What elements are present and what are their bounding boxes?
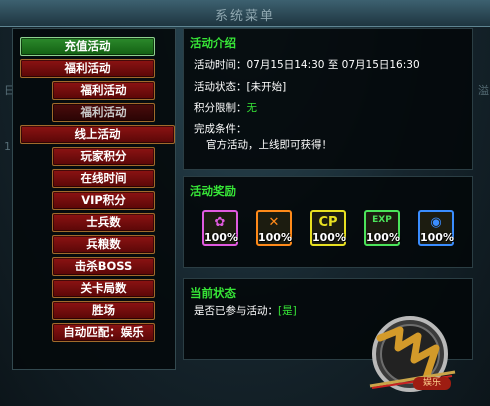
menu-item[interactable]: 福利活动 <box>52 81 155 100</box>
joined-status: 是否已参与活动：[是] <box>194 303 297 318</box>
reward-glyph: ✕ <box>268 215 280 230</box>
activity-intro-panel: 活动介绍 活动时间：07月15日14:30 至 07月15日16:30 活动状态… <box>183 28 473 170</box>
cp-badge-icon[interactable]: CP 100% <box>310 210 346 246</box>
menu-item[interactable]: 玩家积分 <box>52 147 155 166</box>
pink-potion-icon[interactable]: ✿ 100% <box>202 210 238 246</box>
points-limit: 积分限制：无 <box>194 100 257 115</box>
menu-item[interactable]: 福利活动 <box>20 59 155 78</box>
background-title: 系统菜单 <box>214 9 276 24</box>
joined-value: [是] <box>278 305 297 317</box>
reward-percent: 100% <box>204 231 238 244</box>
reward-percent: 100% <box>312 231 346 244</box>
reward-glyph: CP <box>318 215 338 230</box>
rewards-title: 活动奖励 <box>190 184 236 198</box>
status-title: 当前状态 <box>190 286 236 300</box>
activity-status: 活动状态：[未开始] <box>194 81 287 93</box>
points-limit-label: 积分限制： <box>194 102 247 114</box>
menu-item[interactable]: 关卡局数 <box>52 279 155 298</box>
menu-item[interactable]: 充值活动 <box>20 37 155 56</box>
menu-item[interactable]: 自动匹配：娱乐 <box>52 323 155 342</box>
intro-title: 活动介绍 <box>190 36 236 50</box>
menu-item[interactable]: 福利活动 <box>52 103 155 122</box>
reward-glyph: ◉ <box>430 215 442 230</box>
exp-badge-icon[interactable]: EXP 100% <box>364 210 400 246</box>
menu-item[interactable]: 胜场 <box>52 301 155 320</box>
background-title-bar: 系统菜单 <box>0 0 490 27</box>
reward-percent: 100% <box>420 231 454 244</box>
menu-item[interactable]: 士兵数 <box>52 213 155 232</box>
reward-percent: 100% <box>366 231 400 244</box>
menu-item[interactable]: VIP积分 <box>52 191 155 210</box>
menu-item[interactable]: 在线时间 <box>52 169 155 188</box>
reward-glyph: ✿ <box>214 215 226 230</box>
completion-condition-text: 官方活动，上线即可获得！ <box>206 139 332 151</box>
menu-item[interactable]: 线上活动 <box>20 125 175 144</box>
reward-glyph: EXP <box>372 215 392 225</box>
menu-item[interactable]: 兵粮数 <box>52 235 155 254</box>
menu-item[interactable]: 击杀BOSS <box>52 257 155 276</box>
reward-percent: 100% <box>258 231 292 244</box>
logo-tag: 娱乐 <box>413 377 451 390</box>
points-limit-value: 无 <box>246 102 258 114</box>
crossed-swords-icon[interactable]: ✕ 100% <box>256 210 292 246</box>
completion-condition-label: 完成条件： <box>194 123 247 135</box>
activity-time: 活动时间：07月15日14:30 至 07月15日16:30 <box>194 59 420 71</box>
ghost-text: 1 <box>4 140 11 153</box>
ghost-text: 溢 <box>478 84 489 97</box>
joined-label: 是否已参与活动： <box>194 305 278 317</box>
blue-orb-icon[interactable]: ◉ 100% <box>418 210 454 246</box>
